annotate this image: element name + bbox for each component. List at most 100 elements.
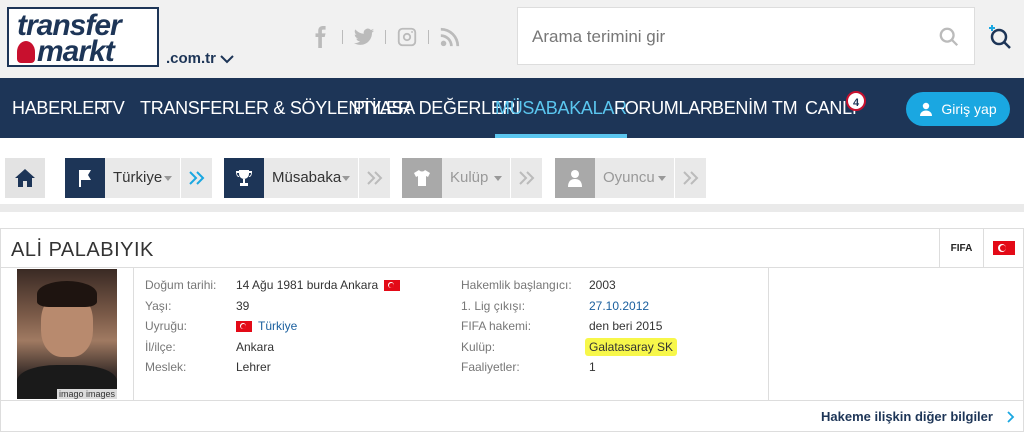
breadcrumb-competition[interactable]: Müsabaka — [224, 158, 390, 198]
twitter-icon[interactable] — [353, 26, 375, 48]
info-row: FIFA hakemi: den beri 2015 — [461, 316, 677, 337]
breadcrumb: Türkiye Müsabaka Kulüp Oyuncu — [0, 138, 1024, 212]
info-label: Faaliyetler: — [461, 360, 520, 375]
breadcrumb-go-button[interactable] — [510, 158, 542, 198]
turkey-flag-icon — [992, 241, 1015, 255]
info-label: Hakemlik başlangıcı: — [461, 278, 572, 293]
info-value: 1 — [589, 360, 596, 375]
nav-item-forumlar[interactable]: FORUMLAR — [614, 78, 713, 138]
breadcrumb-label: Türkiye — [113, 169, 163, 186]
chevron-right-icon — [1007, 410, 1015, 423]
nav-item-benim-tm[interactable]: BENİM TM — [712, 78, 798, 138]
info-row: Meslek: Lehrer — [145, 357, 400, 378]
breadcrumb-label: Müsabaka — [272, 169, 342, 186]
nav-item-tv[interactable]: TV — [102, 78, 125, 138]
info-label: Yaşı: — [145, 298, 172, 313]
caret-down-icon — [342, 176, 350, 181]
divider — [133, 268, 134, 400]
trophy-icon — [236, 170, 252, 186]
info-label: Meslek: — [145, 360, 187, 375]
info-row: İl/ilçe: Ankara — [145, 337, 400, 358]
divider — [1, 400, 1023, 401]
breadcrumb-label: Oyuncu — [603, 169, 655, 186]
divider — [1, 267, 1023, 268]
info-label: Kulüp: — [461, 339, 496, 354]
person-icon — [568, 170, 582, 187]
info-row: Uyruğu: Türkiye — [145, 316, 400, 337]
double-chevron-right-icon — [518, 171, 534, 185]
social-divider — [342, 30, 343, 44]
logo-player-icon — [17, 41, 35, 63]
live-count-badge: 4 — [846, 91, 866, 111]
info-row: Yaşı: 39 — [145, 296, 400, 317]
info-value: 2003 — [589, 278, 616, 293]
info-label: Uyruğu: — [145, 319, 188, 334]
fifa-badge: FIFA — [939, 229, 983, 267]
info-row: Faaliyetler: 1 — [461, 357, 677, 378]
info-row: Doğum tarihi: 14 Ağu 1981 burda Ankara — [145, 275, 401, 296]
photo-credit: imago images — [56, 389, 117, 399]
breadcrumb-go-button[interactable] — [180, 158, 212, 198]
rss-icon[interactable] — [439, 26, 461, 48]
social-links — [310, 26, 461, 48]
more-info-label: Hakeme ilişkin diğer bilgiler — [821, 409, 993, 424]
more-info-link[interactable]: Hakeme ilişkin diğer bilgiler — [821, 409, 1015, 424]
info-value: Lehrer — [236, 360, 271, 375]
info-label: 1. Lig çıkışı: — [461, 298, 526, 313]
facebook-icon[interactable] — [310, 26, 332, 48]
nav-item-musabakalar[interactable]: MÜSABAKALAR — [495, 78, 627, 138]
domain-selector[interactable]: .com.tr — [166, 50, 234, 67]
referee-photo: imago images — [17, 269, 117, 399]
turkey-flag-icon — [236, 320, 252, 332]
nationality-flag-cell — [983, 229, 1023, 267]
info-row: Kulüp: Galatasaray SK — [461, 337, 678, 358]
personal-info: Doğum tarihi: 14 Ağu 1981 burda Ankara Y… — [145, 275, 401, 378]
info-value: 14 Ağu 1981 burda Ankara — [236, 278, 379, 293]
caret-down-icon — [494, 176, 502, 181]
home-icon — [15, 169, 35, 187]
social-divider — [385, 30, 386, 44]
instagram-icon[interactable] — [396, 26, 418, 48]
flag-icon — [79, 170, 91, 187]
shirt-icon — [414, 170, 430, 186]
caret-down-icon — [164, 176, 172, 181]
divider — [768, 268, 769, 400]
search-box — [517, 7, 975, 65]
info-row: 1. Lig çıkışı: 27.10.2012 — [461, 296, 677, 317]
info-label: İl/ilçe: — [145, 339, 176, 354]
login-label: Giriş yap — [941, 101, 997, 117]
info-value: den beri 2015 — [589, 319, 663, 334]
breadcrumb-club[interactable]: Kulüp — [402, 158, 542, 198]
home-button[interactable] — [5, 158, 45, 198]
debut-date-link[interactable]: 27.10.2012 — [589, 299, 649, 313]
search-input[interactable] — [532, 24, 922, 50]
breadcrumb-go-button[interactable] — [358, 158, 390, 198]
career-info: Hakemlik başlangıcı: 2003 1. Lig çıkışı:… — [461, 275, 678, 378]
search-icon[interactable] — [938, 26, 960, 48]
transfermarkt-logo[interactable]: transfer markt — [7, 7, 159, 68]
info-value: 39 — [236, 298, 250, 313]
search-plus-icon — [989, 25, 1011, 49]
double-chevron-right-icon — [366, 171, 382, 185]
nav-item-haberler[interactable]: HABERLER — [12, 78, 107, 138]
nationality-link[interactable]: Türkiye — [258, 319, 297, 333]
breadcrumb-label: Kulüp — [450, 169, 489, 186]
info-label: Doğum tarihi: — [145, 278, 217, 293]
turkey-flag-icon — [384, 279, 401, 291]
user-icon — [920, 102, 933, 116]
social-divider — [428, 30, 429, 44]
top-bar: transfer markt .com.tr — [0, 0, 1024, 78]
chevron-down-icon — [220, 54, 234, 63]
logo-text-line2: markt — [37, 35, 115, 68]
page-title: ALİ PALABIYIK — [11, 239, 154, 261]
main-nav: HABERLER TV TRANSFERLER & SÖYLENTİLER Pİ… — [0, 78, 1024, 138]
breadcrumb-player[interactable]: Oyuncu — [555, 158, 706, 198]
referee-profile: ALİ PALABIYIK FIFA imago images Doğum ta… — [0, 228, 1024, 432]
info-label: FIFA hakemi: — [461, 319, 532, 334]
login-button[interactable]: Giriş yap — [906, 92, 1010, 126]
club-value-highlighted: Galatasaray SK — [585, 337, 678, 356]
breadcrumb-country[interactable]: Türkiye — [65, 158, 212, 198]
domain-label: .com.tr — [166, 50, 217, 67]
breadcrumb-go-button[interactable] — [674, 158, 706, 198]
advanced-search-button[interactable] — [976, 7, 1022, 65]
